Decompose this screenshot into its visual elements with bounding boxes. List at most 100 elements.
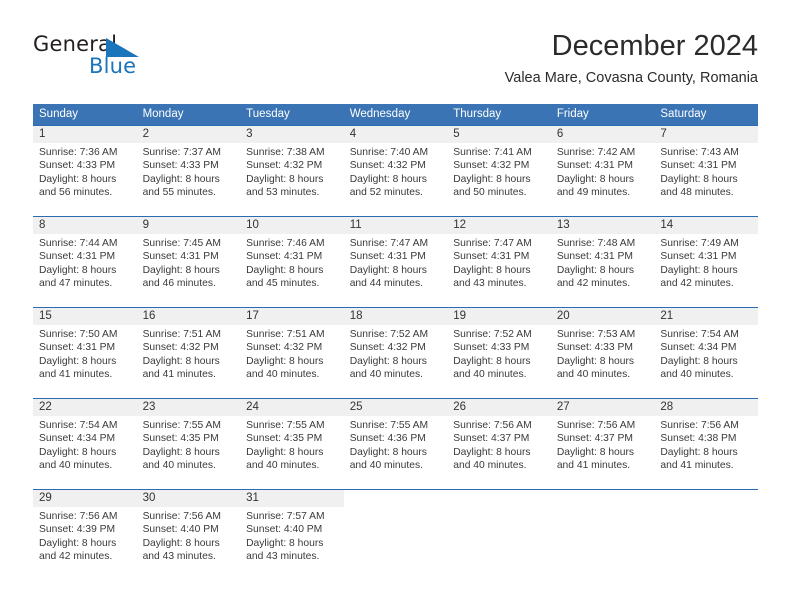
day-number <box>654 490 758 507</box>
day-details: Sunrise: 7:55 AM Sunset: 4:35 PM Daylight:… <box>240 416 344 473</box>
calendar-week-row: 15 Sunrise: 7:50 AM Sunset: 4:31 PM Dayligh… <box>33 307 758 399</box>
calendar-day-cell[interactable]: 1 Sunrise: 7:36 AM Sunset: 4:33 PM Daylight… <box>33 125 137 217</box>
brand-name-general: General <box>33 32 118 56</box>
day-details: Sunrise: 7:54 AM Sunset: 4:34 PM Daylight:… <box>33 416 137 473</box>
calendar-day-cell[interactable]: 29 Sunrise: 7:56 AM Sunset: 4:39 PM Dayligh… <box>33 489 137 580</box>
calendar-day-cell[interactable]: 16 Sunrise: 7:51 AM Sunset: 4:32 PM Dayligh… <box>136 307 241 399</box>
day-details: Sunrise: 7:37 AM Sunset: 4:33 PM Daylight:… <box>137 143 241 200</box>
calendar-day-cell[interactable]: 15 Sunrise: 7:50 AM Sunset: 4:31 PM Dayligh… <box>33 307 137 399</box>
calendar-day-cell-inner: 27 Sunrise: 7:56 AM Sunset: 4:37 PM Dayligh… <box>550 399 655 489</box>
day-detail-sunset: Sunset: 4:33 PM <box>39 160 116 172</box>
calendar-day-cell[interactable]: 25 Sunrise: 7:55 AM Sunset: 4:36 PM Dayligh… <box>343 398 448 490</box>
calendar-day-cell[interactable]: 13 Sunrise: 7:48 AM Sunset: 4:31 PM Dayligh… <box>550 216 655 308</box>
day-detail-daylight-line2: and 40 minutes. <box>453 460 527 472</box>
day-detail-sunset: Sunset: 4:32 PM <box>246 342 323 354</box>
day-detail-daylight-line2: and 53 minutes. <box>246 187 320 199</box>
calendar-day-cell[interactable]: 21 Sunrise: 7:54 AM Sunset: 4:34 PM Dayligh… <box>654 307 758 399</box>
calendar-day-cell[interactable]: 26 Sunrise: 7:56 AM Sunset: 4:37 PM Dayligh… <box>447 398 551 490</box>
calendar-day-cell[interactable]: 11 Sunrise: 7:47 AM Sunset: 4:31 PM Dayligh… <box>343 216 448 308</box>
day-number: 31 <box>240 490 344 507</box>
calendar-day-cell[interactable]: 6 Sunrise: 7:42 AM Sunset: 4:31 PM Daylight… <box>550 125 655 217</box>
calendar-day-cell-inner: 31 Sunrise: 7:57 AM Sunset: 4:40 PM Dayligh… <box>240 490 344 580</box>
calendar-day-cell[interactable]: 30 Sunrise: 7:56 AM Sunset: 4:40 PM Dayligh… <box>136 489 241 580</box>
day-detail-sunrise: Sunrise: 7:53 AM <box>556 329 636 340</box>
day-detail-daylight-line2: and 42 minutes. <box>556 278 631 290</box>
calendar-day-cell[interactable]: 22 Sunrise: 7:54 AM Sunset: 4:34 PM Dayligh… <box>33 398 137 490</box>
title-block: December 2024 Valea Mare, Covasna County… <box>505 28 758 89</box>
day-detail-daylight-line2: and 42 minutes. <box>660 278 734 290</box>
day-detail-daylight-line1: Daylight: 8 hours <box>142 173 220 185</box>
day-detail-sunrise: Sunrise: 7:54 AM <box>39 420 118 431</box>
calendar-page: General Blue December 2024 Valea Mare, C… <box>0 0 792 612</box>
day-detail-daylight-line2: and 40 minutes. <box>246 460 320 472</box>
calendar-day-cell[interactable]: 5 Sunrise: 7:41 AM Sunset: 4:32 PM Daylight… <box>447 125 551 217</box>
calendar-day-cell[interactable]: 9 Sunrise: 7:45 AM Sunset: 4:31 PM Daylight… <box>136 216 241 308</box>
day-details <box>344 507 448 510</box>
calendar-week-row: 1 Sunrise: 7:36 AM Sunset: 4:33 PM Daylight… <box>33 125 758 217</box>
calendar-day-cell[interactable]: 31 Sunrise: 7:57 AM Sunset: 4:40 PM Dayligh… <box>240 489 344 580</box>
calendar-day-cell[interactable]: 27 Sunrise: 7:56 AM Sunset: 4:37 PM Dayligh… <box>550 398 655 490</box>
day-detail-daylight-line1: Daylight: 8 hours <box>39 537 117 549</box>
day-detail-sunrise: Sunrise: 7:57 AM <box>246 511 325 522</box>
day-number: 28 <box>654 399 758 416</box>
day-number: 27 <box>550 399 655 416</box>
day-detail-daylight-line1: Daylight: 8 hours <box>349 264 427 276</box>
day-details: Sunrise: 7:57 AM Sunset: 4:40 PM Daylight:… <box>240 507 344 564</box>
day-detail-sunset: Sunset: 4:31 PM <box>246 251 323 263</box>
calendar-day-cell-inner: 30 Sunrise: 7:56 AM Sunset: 4:40 PM Dayligh… <box>136 490 241 580</box>
day-detail-daylight-line2: and 40 minutes. <box>246 369 320 381</box>
day-detail-daylight-line2: and 40 minutes. <box>556 369 631 381</box>
calendar-day-cell[interactable]: 7 Sunrise: 7:43 AM Sunset: 4:31 PM Daylight… <box>654 125 758 217</box>
day-detail-daylight-line1: Daylight: 8 hours <box>556 264 635 276</box>
day-detail-sunset: Sunset: 4:31 PM <box>660 160 737 172</box>
calendar-day-cell[interactable]: 8 Sunrise: 7:44 AM Sunset: 4:31 PM Daylight… <box>33 216 137 308</box>
day-detail-sunrise: Sunrise: 7:51 AM <box>142 329 221 340</box>
calendar-day-cell[interactable]: 24 Sunrise: 7:55 AM Sunset: 4:35 PM Dayligh… <box>240 398 344 490</box>
day-detail-sunset: Sunset: 4:35 PM <box>142 433 219 445</box>
calendar-day-cell-inner: 11 Sunrise: 7:47 AM Sunset: 4:31 PM Dayligh… <box>343 217 448 307</box>
day-number: 6 <box>550 126 655 143</box>
day-detail-sunrise: Sunrise: 7:44 AM <box>39 238 118 249</box>
calendar-day-cell[interactable]: 28 Sunrise: 7:56 AM Sunset: 4:38 PM Dayligh… <box>654 398 758 490</box>
calendar-day-cell[interactable]: 14 Sunrise: 7:49 AM Sunset: 4:31 PM Dayligh… <box>654 216 758 308</box>
calendar-day-cell[interactable]: 3 Sunrise: 7:38 AM Sunset: 4:32 PM Daylight… <box>240 125 344 217</box>
day-detail-daylight-line2: and 40 minutes. <box>39 460 113 472</box>
calendar-day-cell[interactable]: 23 Sunrise: 7:55 AM Sunset: 4:35 PM Dayligh… <box>136 398 241 490</box>
calendar-day-cell[interactable]: 4 Sunrise: 7:40 AM Sunset: 4:32 PM Daylight… <box>343 125 448 217</box>
calendar-day-cell[interactable]: 18 Sunrise: 7:52 AM Sunset: 4:32 PM Dayligh… <box>343 307 448 399</box>
day-detail-sunset: Sunset: 4:31 PM <box>556 160 633 172</box>
calendar-day-cell[interactable]: 19 Sunrise: 7:52 AM Sunset: 4:33 PM Dayligh… <box>447 307 551 399</box>
brand-logo[interactable]: General Blue <box>33 32 193 88</box>
day-number: 30 <box>136 490 241 507</box>
day-detail-daylight-line2: and 49 minutes. <box>556 187 631 199</box>
day-detail-sunset: Sunset: 4:31 PM <box>556 251 633 263</box>
day-detail-daylight-line1: Daylight: 8 hours <box>660 173 738 185</box>
day-number <box>344 490 448 507</box>
calendar-week-row: 8 Sunrise: 7:44 AM Sunset: 4:31 PM Daylight… <box>33 216 758 308</box>
day-detail-sunset: Sunset: 4:32 PM <box>246 160 323 172</box>
calendar-day-cell[interactable]: 10 Sunrise: 7:46 AM Sunset: 4:31 PM Dayligh… <box>240 216 344 308</box>
calendar-day-cell-inner: 7 Sunrise: 7:43 AM Sunset: 4:31 PM Daylight… <box>654 126 758 216</box>
calendar-day-cell-inner: 28 Sunrise: 7:56 AM Sunset: 4:38 PM Dayligh… <box>654 399 758 489</box>
day-detail-daylight-line1: Daylight: 8 hours <box>556 173 635 185</box>
calendar-day-cell[interactable]: 17 Sunrise: 7:51 AM Sunset: 4:32 PM Dayligh… <box>240 307 344 399</box>
day-detail-daylight-line2: and 46 minutes. <box>142 278 216 290</box>
day-details <box>551 507 655 510</box>
calendar-day-cell-inner: 21 Sunrise: 7:54 AM Sunset: 4:34 PM Dayligh… <box>654 308 758 398</box>
calendar-day-cell-inner: 9 Sunrise: 7:45 AM Sunset: 4:31 PM Daylight… <box>136 217 241 307</box>
day-detail-sunset: Sunset: 4:37 PM <box>556 433 633 445</box>
day-detail-daylight-line1: Daylight: 8 hours <box>39 355 117 367</box>
calendar-day-cell[interactable]: 20 Sunrise: 7:53 AM Sunset: 4:33 PM Dayligh… <box>550 307 655 399</box>
calendar-day-cell[interactable]: 2 Sunrise: 7:37 AM Sunset: 4:33 PM Daylight… <box>136 125 241 217</box>
calendar-day-cell-inner: 5 Sunrise: 7:41 AM Sunset: 4:32 PM Daylight… <box>447 126 551 216</box>
day-details: Sunrise: 7:45 AM Sunset: 4:31 PM Daylight:… <box>137 234 241 291</box>
calendar-day-cell-inner: 15 Sunrise: 7:50 AM Sunset: 4:31 PM Dayligh… <box>33 308 137 398</box>
calendar-day-cell[interactable]: 12 Sunrise: 7:47 AM Sunset: 4:31 PM Dayligh… <box>447 216 551 308</box>
day-detail-sunrise: Sunrise: 7:56 AM <box>453 420 532 431</box>
day-detail-sunset: Sunset: 4:34 PM <box>660 342 737 354</box>
day-details: Sunrise: 7:56 AM Sunset: 4:37 PM Daylight:… <box>551 416 655 473</box>
weekday-header-friday: Friday <box>550 104 655 126</box>
day-detail-daylight-line2: and 41 minutes. <box>660 460 734 472</box>
day-detail-sunset: Sunset: 4:32 PM <box>453 160 530 172</box>
day-number: 5 <box>447 126 551 143</box>
